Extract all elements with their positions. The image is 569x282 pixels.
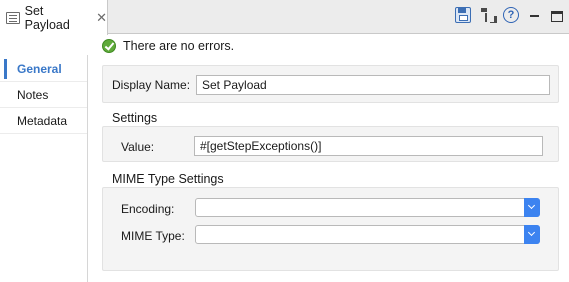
tree-icon[interactable]	[479, 7, 495, 23]
properties-icon	[6, 11, 20, 24]
display-name-label: Display Name:	[112, 78, 191, 92]
sidebar-item-metadata[interactable]: Metadata	[0, 108, 88, 134]
sidebar: General Notes Metadata	[0, 35, 88, 282]
value-label: Value:	[121, 140, 155, 154]
settings-section-title: Settings	[112, 111, 158, 125]
validation-status: There are no errors.	[102, 39, 234, 53]
display-name-field[interactable]	[196, 75, 550, 95]
tab-label: Set Payload	[24, 3, 70, 32]
minimize-icon[interactable]	[527, 7, 543, 23]
mime-type-label: MIME Type:	[121, 229, 185, 243]
sidebar-item-notes[interactable]: Notes	[0, 82, 88, 108]
check-circle-icon	[102, 39, 116, 53]
chevron-down-icon[interactable]	[524, 198, 540, 217]
encoding-label: Encoding:	[121, 202, 175, 216]
value-field[interactable]	[194, 136, 543, 156]
help-icon[interactable]: ?	[503, 7, 519, 23]
encoding-select[interactable]	[195, 198, 540, 217]
tab-set-payload[interactable]: Set Payload ✕	[0, 0, 108, 35]
maximize-icon[interactable]	[551, 10, 563, 22]
sidebar-item-general[interactable]: General	[0, 56, 88, 82]
mime-section-title: MIME Type Settings	[112, 172, 224, 186]
editor-tab-bar: Set Payload ✕ ?	[0, 0, 569, 35]
mime-type-select[interactable]	[195, 225, 540, 244]
status-message: There are no errors.	[123, 39, 235, 53]
save-icon[interactable]	[455, 7, 471, 23]
close-icon[interactable]: ✕	[96, 10, 107, 26]
editor-toolbar: ?	[455, 5, 569, 25]
chevron-down-icon[interactable]	[524, 225, 540, 244]
